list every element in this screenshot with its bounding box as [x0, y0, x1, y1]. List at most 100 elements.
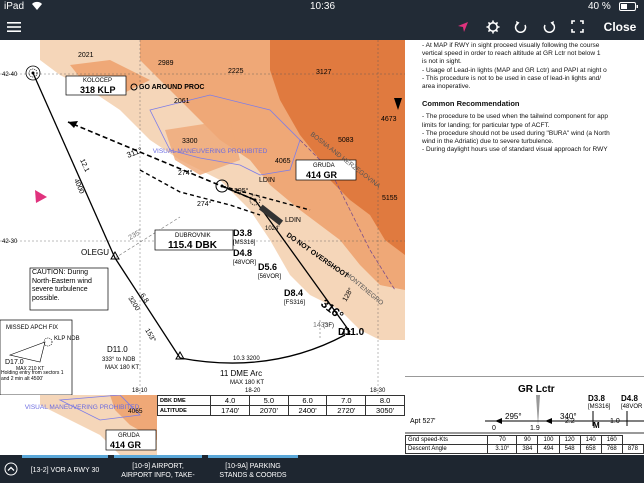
- note-line: - During daylight hours use of standard …: [422, 146, 608, 154]
- spot-height: 5083: [338, 137, 354, 144]
- course-label: 274°: [197, 200, 212, 208]
- ldin-label: LDIN: [259, 177, 275, 184]
- profile-dist: 2.2: [565, 418, 575, 425]
- descent-header: Descent Angle: [404, 444, 489, 454]
- inset-map: VISUAL MANEUVERING PROHIBITED 4065 GRUDA…: [0, 395, 157, 455]
- dme-value: 6.0: [287, 395, 328, 406]
- dme-altitude-table: DBK DME 4.0 5.0 6.0 7.0 8.0 ALTITUDE 174…: [156, 395, 405, 416]
- rotate-right-icon[interactable]: [539, 13, 559, 40]
- tab-parking-stands[interactable]: [10-9A] PARKING STANDS & COORDS: [208, 455, 298, 483]
- d56-label: D5.6: [258, 262, 277, 272]
- spot-height: 4673: [381, 116, 397, 123]
- d38-sub: [MS316]: [233, 240, 256, 246]
- spot-height: 2225: [228, 68, 244, 75]
- course-label: 295°: [234, 187, 249, 195]
- gs-value: 100: [537, 435, 560, 445]
- apt-elevation: Apt 527': [410, 418, 436, 425]
- wifi-icon: [31, 0, 43, 14]
- d170-label: D17.0: [5, 359, 24, 366]
- dubrovnik-name: DUBROVNIK: [175, 233, 211, 239]
- lat-label: 42-30: [2, 239, 18, 245]
- battery-percent: 40 %: [588, 1, 611, 12]
- note-line: wind in the Adriatic) due to severe turb…: [422, 138, 554, 146]
- menu-icon[interactable]: [3, 13, 25, 40]
- d84-sub: [FS316]: [284, 300, 305, 306]
- note-line: limits for landing; for particular type …: [422, 121, 550, 129]
- note-line: - The procedure to be used when the tail…: [422, 113, 608, 121]
- alt-value: 2070': [249, 405, 289, 416]
- map-marker: M: [593, 421, 600, 430]
- d110-note: MAX 180 KT: [105, 365, 139, 371]
- fullscreen-icon[interactable]: [567, 13, 587, 40]
- dme-value: 4.0: [210, 395, 250, 406]
- note-line: area inoperative.: [422, 83, 471, 91]
- vmp-label: VISUAL MANEUVERING PROHIBITED: [25, 404, 140, 411]
- descent-rate: 548: [558, 444, 581, 454]
- d84-label: D8.4: [284, 288, 303, 298]
- gruda-freq: 414 GR: [110, 440, 142, 450]
- spot-height: 4065: [275, 158, 291, 165]
- spot-height: 5155: [382, 195, 398, 202]
- profile-dist: 1.9: [530, 425, 540, 432]
- dme-value: 5.0: [249, 395, 289, 406]
- d110-fix-label: D11.0: [107, 345, 128, 354]
- tab-vor-a-rwy30[interactable]: [13-2] VOR A RWY 30: [22, 455, 108, 483]
- descent-rate: 494: [537, 444, 560, 454]
- profile-d48-sub: [48VOR: [621, 404, 643, 410]
- course-label: 143°: [313, 321, 328, 329]
- lon-label: 18-30: [370, 388, 386, 394]
- note-line: - At MAP if RWY in sight proceed visuall…: [422, 42, 600, 49]
- gruda-freq: 414 GR: [306, 170, 338, 180]
- olegu-label: OLEGU: [81, 248, 109, 257]
- tab-label: [10-9] AIRPORT,: [132, 462, 184, 470]
- dubrovnik-freq: 115.4 DBK: [168, 240, 218, 251]
- go-around-label: GO AROUND PROC: [139, 84, 204, 91]
- gr-lctr-label: GR Lctr: [518, 384, 555, 395]
- groundspeed-table: Gnd speed-Kts 70 90 100 120 140 160 Desc…: [404, 435, 644, 454]
- location-arrow-icon[interactable]: [453, 13, 473, 40]
- descent-rate: 878: [621, 444, 644, 454]
- d38-label: D3.8: [233, 228, 252, 238]
- spot-height: 2989: [158, 60, 174, 67]
- kolocep-name: KOLOCEP: [83, 78, 112, 84]
- profile-d38-sub: [MS316]: [588, 404, 611, 410]
- spot-height: 2021: [78, 52, 94, 59]
- arc-alt: 10.3 3200: [233, 356, 260, 362]
- spot-height: 4065: [128, 408, 143, 415]
- tab-airport-info[interactable]: [10-9] AIRPORT, AIRPORT INFO, TAKE-: [114, 455, 202, 483]
- profile-d48: D4.8: [621, 394, 638, 403]
- caution-note: CAUTION: During North-Eastern wind sever…: [32, 269, 92, 302]
- arc-max: MAX 180 KT: [230, 380, 264, 386]
- alt-label: 1024': [265, 226, 280, 232]
- alt-value: 2720': [326, 405, 367, 416]
- gs-value: 70: [487, 435, 518, 445]
- note-line: - Usage of Lead-in lights (MAP and GR Lc…: [422, 66, 607, 74]
- tab-label: STANDS & COORDS: [219, 471, 287, 479]
- note-line: - The procedure should not be used durin…: [422, 129, 610, 137]
- missed-apch-label: MISSED APCH FIX: [6, 325, 58, 331]
- d110-note: 333° to NDB: [102, 357, 135, 363]
- settings-icon[interactable]: [483, 13, 503, 40]
- clock: 10:36: [310, 1, 336, 12]
- arc-label: 11 DME Arc: [220, 369, 262, 378]
- descent-rate: 384: [516, 444, 539, 454]
- toolbar: Close: [0, 13, 644, 40]
- approach-chart: 2021 2989 2225 3127 2061 3300 5083 4065 …: [0, 40, 644, 455]
- lon-label: 18-20: [245, 388, 261, 394]
- profile-dist: 1.0: [610, 418, 620, 425]
- course-label: 274°: [178, 169, 193, 177]
- chevron-up-icon[interactable]: [4, 462, 18, 481]
- device-name: iPad: [4, 1, 25, 12]
- klp-ndb-label: KLP NDB: [54, 336, 80, 342]
- rotate-left-icon[interactable]: [511, 13, 531, 40]
- profile-course: 295°: [505, 412, 522, 421]
- kolocep-freq: 318 KLP: [80, 85, 116, 95]
- plan-view-map[interactable]: 2021 2989 2225 3127 2061 3300 5083 4065 …: [0, 40, 405, 395]
- close-button[interactable]: Close: [598, 13, 642, 40]
- profile-view: GR Lctr D3.8 [MS316] D4.8 [48VOR 295° 34…: [405, 376, 644, 431]
- ldin-label: LDIN: [285, 217, 301, 224]
- recommendation-heading: Common Recommendation: [422, 99, 520, 109]
- lat-label: 42-40: [2, 72, 18, 78]
- hold-note: Holding entry from sectors 1 and 2 min a…: [1, 370, 64, 382]
- note-line: - This procedure is not to be used in ca…: [422, 74, 602, 82]
